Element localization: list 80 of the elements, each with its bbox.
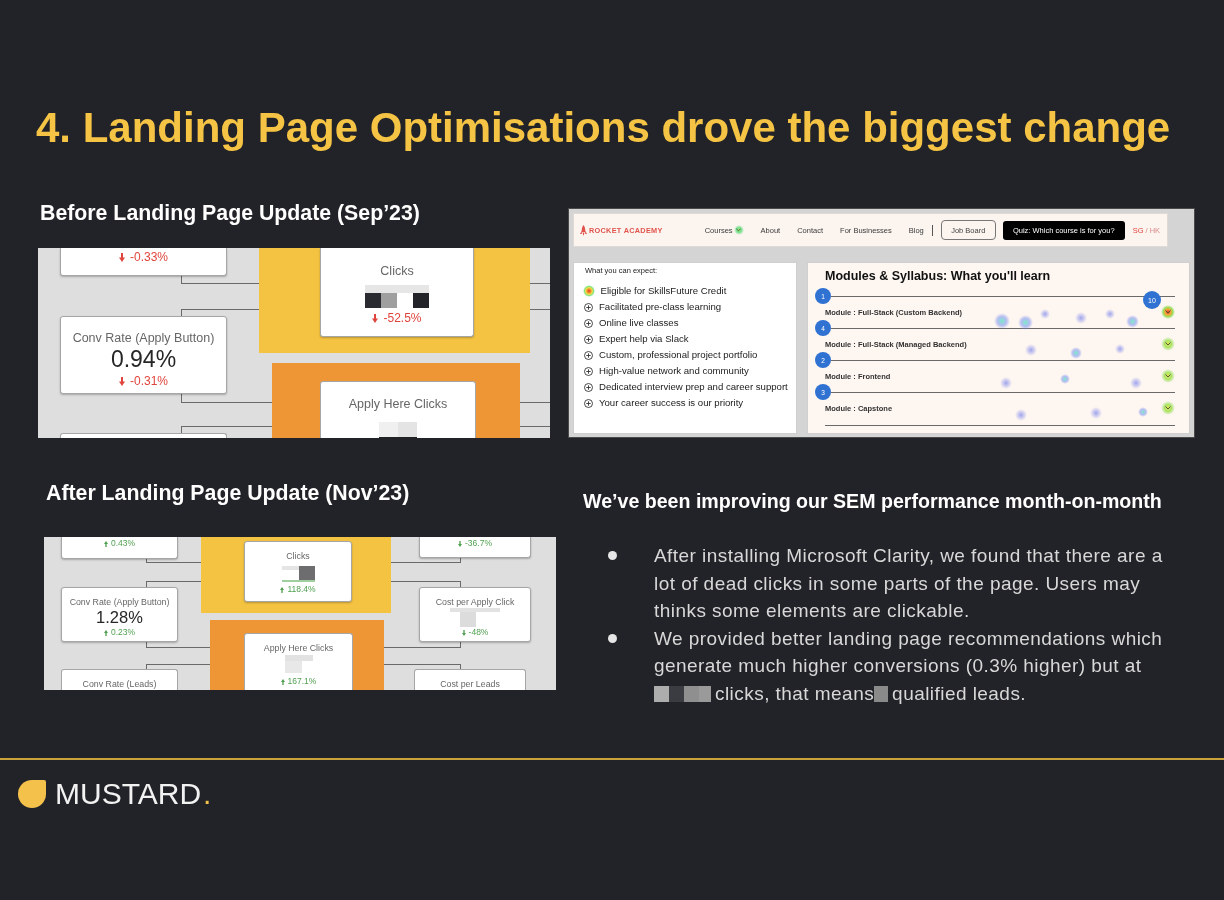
- heat-spot-icon: [1070, 347, 1082, 359]
- heat-spot-icon: [1075, 312, 1087, 324]
- metric-label: Conv Rate (Leads): [82, 679, 157, 690]
- metric-label: Apply Here Clicks: [348, 396, 448, 412]
- connector-line: [391, 581, 461, 587]
- connector-line: [520, 426, 550, 427]
- connector-line: [146, 559, 201, 563]
- metric-change: -48%: [468, 627, 489, 638]
- heat-spot-icon: [1025, 344, 1037, 356]
- feature-item: Dedicated interview prep and career support: [599, 380, 788, 394]
- heat-spot-icon: [1040, 309, 1050, 319]
- metric-label: Conv Rate (Apply Button): [69, 597, 170, 608]
- heat-spot-icon: [1018, 315, 1033, 330]
- heat-spot-icon: [1090, 407, 1102, 419]
- feature-item: Your career success is our priority: [599, 396, 744, 410]
- rocket-icon: [580, 224, 587, 236]
- section-heading: Before Landing Page Update (Sep’23): [40, 201, 420, 225]
- metric-value: 0.94%: [110, 346, 177, 372]
- feature-item: Online live classes: [599, 316, 679, 330]
- connector-line: [146, 581, 201, 587]
- plus-circle-icon: [584, 350, 593, 360]
- pixelated-censor-icon: [654, 685, 711, 702]
- plus-circle-icon: [584, 382, 593, 392]
- connector-line: [146, 664, 210, 669]
- heat-spot-icon: [1130, 377, 1142, 389]
- bullet-icon: [608, 551, 617, 560]
- heat-spot-icon: [1115, 344, 1125, 354]
- metric-label: Cost per Leads: [440, 679, 500, 690]
- heat-spot-icon: [994, 313, 1010, 329]
- metric-value: 1.28%: [96, 608, 143, 627]
- metric-label: Conv Rate (Apply Button): [72, 330, 215, 346]
- feature-item: Custom, professional project portfolio: [599, 348, 758, 362]
- metric-label: Clicks: [286, 551, 310, 562]
- panel-heading: Modules & Syllabus: What you'll learn: [824, 268, 1052, 284]
- brand-dot: .: [203, 780, 212, 808]
- heat-spot-icon: [1105, 309, 1115, 319]
- metric-change: -0.31%: [130, 374, 168, 388]
- bullet-text: We provided better landing page recommendations which generate much higher conversions (0.3% higher) but at clicks, that means qualified leads.: [654, 626, 1164, 706]
- connector-line: [530, 309, 550, 310]
- heat-spot-icon: [1015, 409, 1027, 421]
- connector-line: [530, 283, 550, 284]
- metric-label: Cost per Apply Click: [435, 597, 515, 608]
- brand-name: MUSTARD: [55, 780, 202, 808]
- feature-item: Expert help via Slack: [599, 332, 689, 346]
- connector-line: [146, 642, 210, 648]
- section-heading: We’ve been improving our SEM performance month-on-month: [583, 490, 1162, 512]
- plus-circle-icon: [584, 334, 593, 344]
- feature-item: High-value network and community: [599, 364, 749, 378]
- section-heading: After Landing Page Update (Nov’23): [46, 481, 410, 505]
- heat-spot-icon: [1138, 407, 1148, 417]
- logo-drop-icon: [18, 780, 46, 808]
- heat-spot-icon: [1126, 315, 1139, 328]
- feature-item: Eligible for SkillsFuture Credit: [600, 284, 727, 298]
- heat-spot-icon: [582, 285, 595, 297]
- pixelated-censor-icon: [874, 685, 889, 702]
- metric-change: 167.1%: [287, 676, 317, 687]
- metric-label: Apply Here Clicks: [263, 643, 334, 654]
- bullet-text: After installing Microsoft Clarity, we found that there are a lot of dead clicks in some parts of the page. Users may thinks some elements are clickable.: [654, 544, 1164, 623]
- metric-change: 0.43%: [110, 538, 136, 549]
- slide-title: 4. Landing Page Optimisations drove the biggest change: [35, 103, 1172, 153]
- feature-item: Facilitated pre-class learning: [599, 300, 722, 314]
- metric-change: 0.23%: [110, 627, 136, 638]
- metric-change: -52.5%: [383, 311, 422, 325]
- plus-circle-icon: [584, 318, 593, 328]
- plus-circle-icon: [584, 398, 593, 408]
- metric-change: -0.33%: [130, 250, 168, 264]
- chevron-down-icon[interactable]: [1161, 369, 1175, 383]
- heat-spot-icon: [1000, 377, 1012, 389]
- chevron-down-icon[interactable]: [1161, 305, 1175, 319]
- bullet-icon: [608, 633, 617, 643]
- chevron-down-icon[interactable]: [1161, 401, 1175, 415]
- connector-line: [391, 558, 461, 563]
- heat-spot-icon: [1060, 374, 1070, 384]
- metric-change: 118.4%: [287, 584, 316, 595]
- plus-circle-icon: [584, 302, 593, 312]
- chevron-down-icon[interactable]: [1161, 337, 1175, 351]
- metric-label: Clicks: [380, 263, 414, 279]
- connector-line: [520, 402, 550, 403]
- plus-circle-icon: [584, 366, 593, 376]
- metric-change: -36.7%: [465, 538, 492, 549]
